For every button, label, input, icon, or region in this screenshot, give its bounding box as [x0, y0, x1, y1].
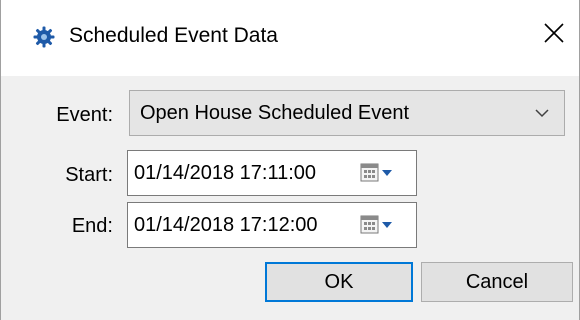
start-label: Start: [65, 164, 113, 186]
end-datetime-field[interactable]: 01/14/2018 17:12:00 [127, 202, 417, 248]
calendar-icon [358, 163, 406, 189]
dialog-title: Scheduled Event Data [69, 24, 278, 47]
cancel-button[interactable]: Cancel [421, 262, 573, 302]
end-label: End: [71, 215, 113, 237]
scheduled-event-dialog: Scheduled Event Data Event: Open House S… [0, 0, 580, 320]
gear-icon [33, 26, 55, 48]
calendar-icon [358, 215, 406, 241]
event-select[interactable]: Open House Scheduled Event [129, 90, 565, 136]
event-label: Event: [56, 104, 113, 126]
close-button[interactable] [537, 18, 571, 52]
event-select-value: Open House Scheduled Event [140, 102, 410, 124]
ok-button[interactable]: OK [265, 262, 413, 302]
start-datetime-field[interactable]: 01/14/2018 17:11:00 [127, 150, 417, 196]
end-datetime-value: 01/14/2018 17:12:00 [134, 214, 318, 236]
end-calendar-button[interactable] [358, 213, 406, 237]
start-datetime-value: 01/14/2018 17:11:00 [134, 162, 317, 184]
title-bar: Scheduled Event Data [1, 0, 579, 76]
start-calendar-button[interactable] [358, 161, 406, 185]
close-icon [543, 22, 565, 49]
chevron-down-icon [534, 105, 550, 121]
